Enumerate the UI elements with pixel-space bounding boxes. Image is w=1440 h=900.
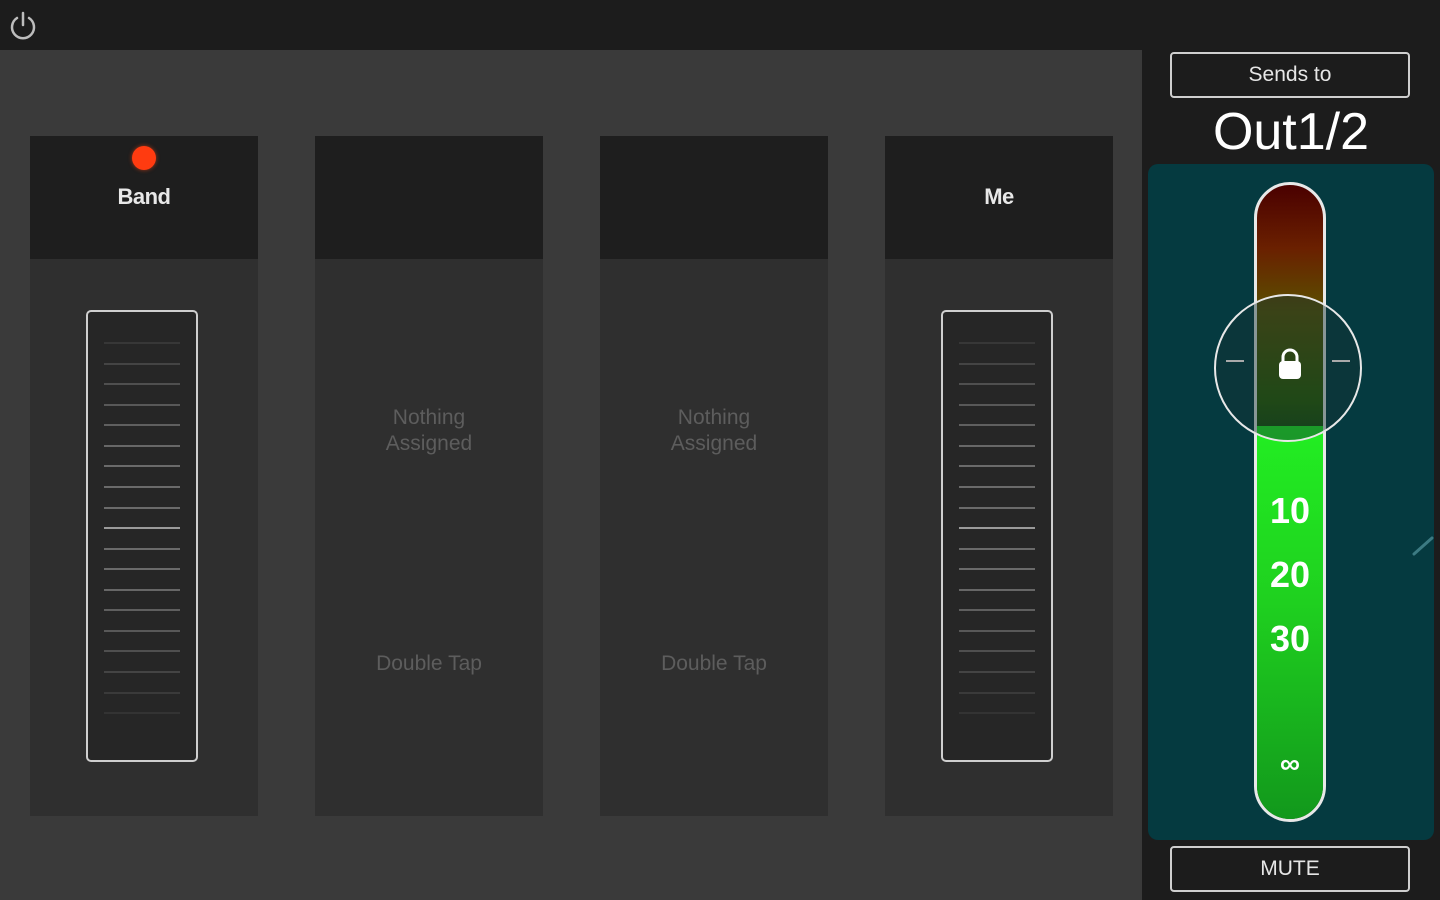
channel-strip-empty-1[interactable]: Nothing Assigned Double Tap [315,136,543,816]
channel-strip-empty-2[interactable]: Nothing Assigned Double Tap [600,136,828,816]
sends-to-button[interactable]: Sends to [1170,52,1410,98]
top-bar [0,0,1440,50]
channel-strip-band: Band [30,136,258,816]
channel-header[interactable]: Me [885,136,1113,259]
meter-scale-label: 20 [1269,554,1311,595]
channel-fader[interactable] [941,310,1053,762]
channel-name: Band [117,184,172,209]
channel-header[interactable] [600,136,828,259]
knob-tick [1332,360,1350,362]
power-icon[interactable] [6,9,40,43]
channel-header[interactable] [315,136,543,259]
output-panel: Sends to Out1/2 10 20 30 ∞ MUTE [1142,50,1440,900]
nothing-assigned-label: Assigned [670,432,758,455]
meter-scale-label: ∞ [1280,748,1300,779]
active-indicator [132,146,156,170]
fader-knob[interactable] [1214,294,1362,442]
channel-header[interactable]: Band [30,136,258,259]
channel-fader[interactable] [86,310,198,762]
lock-icon[interactable] [1276,346,1304,382]
meter-scale-label: 30 [1269,618,1311,659]
nothing-assigned-label: Nothing [392,406,466,429]
meter-scale-label: 10 [1269,490,1311,531]
double-tap-hint: Double Tap [661,652,767,675]
channel-strip-me: Me [885,136,1113,816]
nothing-assigned-label: Assigned [385,432,473,455]
panel-resize-handle-icon[interactable] [1410,534,1434,558]
mute-button[interactable]: MUTE [1170,846,1410,892]
master-fader-panel: 10 20 30 ∞ [1148,164,1434,840]
output-destination: Out1/2 [1212,103,1370,161]
knob-tick [1226,360,1244,362]
channel-name: Me [984,184,1014,209]
double-tap-hint: Double Tap [376,652,482,675]
nothing-assigned-label: Nothing [677,406,751,429]
